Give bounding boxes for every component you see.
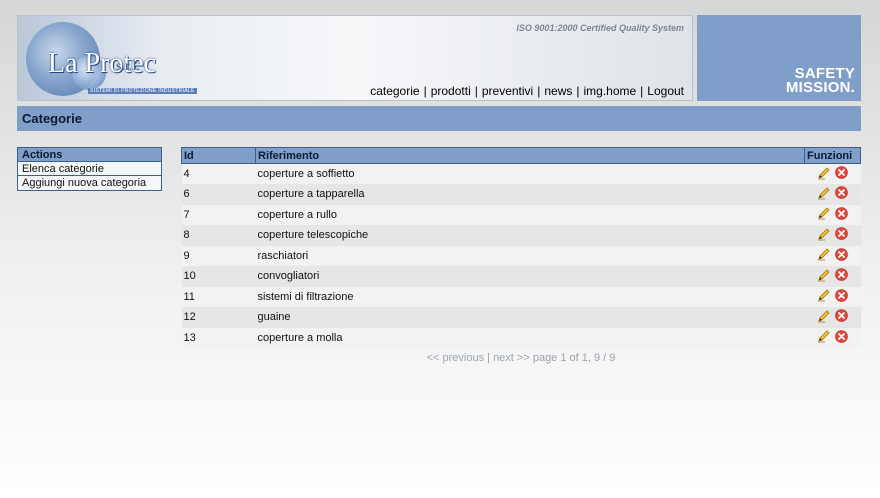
column-header-funzioni: Funzioni (804, 147, 861, 164)
delete-icon[interactable] (834, 186, 848, 202)
pencil-icon[interactable] (817, 268, 831, 285)
sidebar-title: Actions (18, 148, 161, 162)
cell-id: 9 (181, 245, 256, 266)
delete-icon[interactable] (834, 247, 848, 264)
nav-news[interactable]: news (544, 84, 572, 98)
nav-separator: | (423, 84, 427, 98)
logo-suffix: s.r.l. (116, 59, 140, 74)
cell-riferimento: coperture a rullo (255, 204, 805, 225)
pencil-icon[interactable] (817, 247, 831, 264)
pencil-icon[interactable] (817, 329, 831, 346)
cell-riferimento: convogliatori (255, 266, 805, 287)
slogan: SAFETY MISSION. (785, 66, 855, 96)
page-info: page 1 of 1, 9 / 9 (532, 352, 616, 364)
cell-riferimento: coperture telescopiche (255, 225, 805, 246)
cell-id: 10 (181, 266, 256, 287)
cell-id: 7 (181, 204, 256, 225)
cell-riferimento: coperture a soffietto (255, 163, 805, 184)
column-header-id[interactable]: Id (181, 147, 256, 164)
pencil-icon[interactable] (817, 206, 831, 223)
categories-table-container: Id Riferimento Funzioni 4 coperture a sof… (181, 147, 861, 348)
cell-funzioni (804, 204, 861, 225)
actions-sidebar: Actions Elenca categorie Aggiungi nuova … (17, 147, 162, 191)
pagination: << previous | next >> page 1 of 1, 9 / 9 (181, 352, 861, 364)
pencil-icon[interactable] (817, 186, 831, 203)
top-navigation: categorie | prodotti | preventivi | news | img.h… (370, 84, 684, 98)
delete-icon[interactable] (834, 288, 848, 305)
cell-id: 11 (181, 286, 256, 307)
cell-id: 6 (181, 184, 256, 205)
table-row: 7 coperture a rullo (181, 204, 861, 225)
nav-separator: | (537, 84, 541, 98)
slogan-panel: SAFETY MISSION. (697, 15, 861, 101)
nav-separator: | (474, 84, 478, 98)
cell-funzioni (804, 266, 861, 287)
nav-separator: | (576, 84, 580, 98)
cell-funzioni (804, 184, 861, 205)
table-row: 13 coperture a molla (181, 327, 861, 348)
column-header-riferimento[interactable]: Riferimento (255, 147, 805, 164)
cell-id: 8 (181, 225, 256, 246)
cell-id: 4 (181, 163, 256, 184)
table-header-row: Id Riferimento Funzioni (181, 147, 861, 164)
iso-certification: ISO 9001:2000 Certified Quality System (516, 23, 684, 33)
previous-page-link[interactable]: << previous (427, 352, 484, 364)
sidebar-item-elenca-categorie[interactable]: Elenca categorie (18, 162, 161, 176)
cell-funzioni (804, 307, 861, 328)
cell-id: 13 (181, 327, 256, 348)
cell-funzioni (804, 245, 861, 266)
pencil-icon[interactable] (817, 227, 831, 244)
cell-funzioni (804, 286, 861, 307)
nav-categorie[interactable]: categorie (370, 84, 419, 98)
table-row: 9 raschiatori (181, 245, 861, 266)
pencil-icon[interactable] (817, 309, 831, 326)
site-header: La Protec s.r.l. SISTEMI DI PROTEZIONE I… (17, 15, 861, 101)
header-banner: La Protec s.r.l. SISTEMI DI PROTEZIONE I… (17, 15, 693, 101)
table-row: 12 guaine (181, 307, 861, 328)
pencil-icon[interactable] (817, 288, 831, 305)
table-row: 11 sistemi di filtrazione (181, 286, 861, 307)
cell-funzioni (804, 163, 861, 184)
logo-tagline: SISTEMI DI PROTEZIONE INDUSTRIALE (88, 88, 197, 94)
pencil-icon[interactable] (817, 166, 831, 183)
cell-riferimento: raschiatori (255, 245, 805, 266)
delete-icon[interactable] (834, 309, 848, 325)
cell-id: 12 (181, 307, 256, 328)
page-title: Categorie (22, 111, 82, 126)
delete-icon[interactable] (834, 206, 848, 223)
nav-img-home[interactable]: img.home (583, 84, 636, 98)
delete-icon[interactable] (834, 227, 848, 243)
table-row: 10 convogliatori (181, 266, 861, 287)
nav-logout[interactable]: Logout (647, 84, 684, 98)
table-row: 8 coperture telescopiche (181, 225, 861, 246)
delete-icon[interactable] (834, 329, 848, 346)
nav-prodotti[interactable]: prodotti (431, 84, 471, 98)
sidebar-item-aggiungi-categoria[interactable]: Aggiungi nuova categoria (18, 176, 161, 190)
nav-preventivi[interactable]: preventivi (482, 84, 533, 98)
pager-separator: | (487, 352, 490, 364)
slogan-line2: MISSION. (785, 79, 855, 96)
page-title-bar: Categorie (17, 106, 861, 131)
cell-riferimento: coperture a molla (255, 327, 805, 348)
delete-icon[interactable] (834, 166, 848, 182)
cell-riferimento: coperture a tapparella (255, 184, 805, 205)
table-row: 4 coperture a soffietto (181, 163, 861, 184)
next-page-link[interactable]: next >> (493, 352, 530, 364)
cell-riferimento: guaine (255, 307, 805, 328)
cell-riferimento: sistemi di filtrazione (255, 286, 805, 307)
logo-text: La Protec (48, 48, 157, 79)
table-row: 6 coperture a tapparella (181, 184, 861, 205)
cell-funzioni (804, 225, 861, 246)
categories-table: Id Riferimento Funzioni 4 coperture a sof… (181, 147, 861, 348)
cell-funzioni (804, 327, 861, 348)
delete-icon[interactable] (834, 268, 848, 284)
nav-separator: | (640, 84, 644, 98)
